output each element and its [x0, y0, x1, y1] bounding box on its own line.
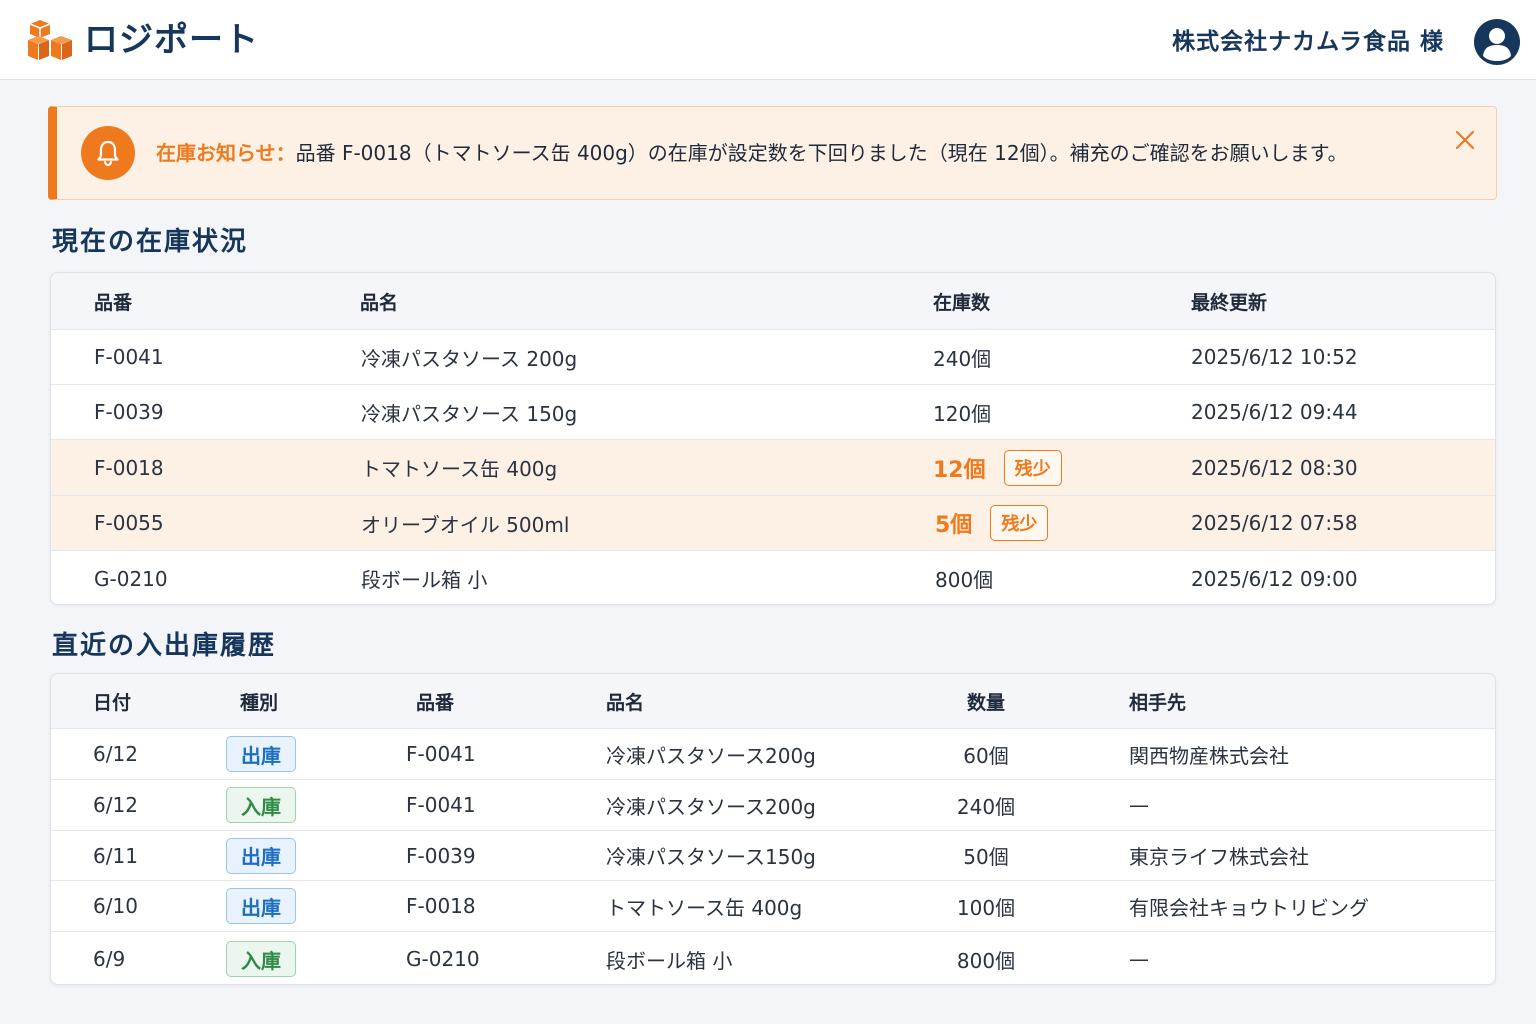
history-code: F-0041	[406, 793, 476, 817]
col-updated: 最終更新	[1191, 291, 1268, 314]
history-name: トマトソース缶 400g	[606, 895, 803, 920]
item-name: 冷凍パスタソース 200g	[361, 346, 578, 371]
last-updated: 2025/6/12 10:52	[1191, 345, 1358, 369]
stock-qty: 12個	[933, 457, 986, 483]
item-code: F-0041	[94, 345, 164, 369]
history-date: 6/11	[93, 843, 138, 868]
stock-qty: 120個	[933, 401, 992, 426]
history-header-row: 日付 種別 品番 品名 数量 相手先	[51, 674, 1495, 729]
history-type-cell: 出庫	[226, 729, 296, 779]
item-code: G-0210	[94, 566, 168, 591]
table-row-low-stock[interactable]: F-0018 トマトソース缶 400g 12個 残少 2025/6/12 08:…	[51, 440, 1495, 496]
item-name: 段ボール箱 小	[361, 568, 488, 592]
history-qty: 800個	[956, 948, 1016, 973]
alert-title: 在庫お知らせ：	[156, 141, 296, 165]
close-icon[interactable]	[1454, 129, 1476, 151]
col-type: 種別	[240, 691, 279, 714]
app-name: ロジポート	[84, 20, 259, 60]
inventory-header-row: 品番 品名 在庫数 最終更新	[51, 273, 1495, 330]
last-updated: 2025/6/12 08:30	[1191, 455, 1358, 480]
bell-icon	[81, 126, 135, 180]
table-row[interactable]: 6/10 出庫 F-0018 トマトソース缶 400g 100個 有限会社キョウ…	[51, 881, 1495, 932]
history-partner: 関西物産株式会社	[1129, 743, 1289, 768]
history-code: F-0041	[406, 742, 476, 766]
col-qty: 在庫数	[933, 291, 991, 314]
history-partner: —	[1129, 793, 1149, 817]
company-name: 株式会社ナカムラ食品 様	[1172, 29, 1444, 55]
low-stock-badge: 残少	[1003, 449, 1062, 486]
history-date: 6/12	[93, 793, 138, 817]
last-updated: 2025/6/12 09:44	[1191, 400, 1358, 424]
table-row[interactable]: 6/11 出庫 F-0039 冷凍パスタソース150g 50個 東京ライフ株式会…	[51, 831, 1495, 881]
item-name: 冷凍パスタソース 150g	[361, 401, 578, 426]
stock-alert-banner: 在庫お知らせ：品番 F-0018（トマトソース缶 400g）の在庫が設定数を下回…	[48, 106, 1497, 200]
table-row[interactable]: 6/12 出庫 F-0041 冷凍パスタソース200g 60個 関西物産株式会社	[51, 729, 1495, 780]
col-code: 品番	[94, 291, 133, 314]
inventory-section-title: 現在の在庫状況	[52, 227, 249, 257]
col-qty: 数量	[966, 691, 1005, 714]
history-partner: 東京ライフ株式会社	[1129, 845, 1309, 869]
table-row[interactable]: F-0041 冷凍パスタソース 200g 240個 2025/6/12 10:5…	[51, 330, 1495, 385]
stock-qty: 800個	[935, 568, 994, 592]
app-header: ロジポート 株式会社ナカムラ食品 様	[0, 0, 1536, 80]
table-row[interactable]: 6/12 入庫 F-0041 冷凍パスタソース200g 240個 —	[51, 780, 1495, 831]
history-table: 日付 種別 品番 品名 数量 相手先 6/12 出庫 F-0041 冷凍パスタソ…	[50, 673, 1496, 985]
history-qty: 240個	[956, 794, 1016, 819]
history-type-cell: 出庫	[226, 881, 296, 931]
history-qty: 50個	[963, 845, 1009, 869]
last-updated: 2025/6/12 09:00	[1191, 566, 1358, 591]
col-partner: 相手先	[1129, 691, 1187, 714]
history-name: 冷凍パスタソース200g	[606, 743, 816, 768]
col-name: 品名	[360, 291, 399, 314]
history-section-title: 直近の入出庫履歴	[52, 631, 277, 661]
table-row[interactable]: F-0039 冷凍パスタソース 150g 120個 2025/6/12 09:4…	[51, 385, 1495, 440]
item-name: トマトソース缶 400g	[361, 457, 558, 481]
stock-qty-cell: 12個 残少	[933, 440, 1062, 495]
type-badge-out: 出庫	[226, 837, 296, 874]
history-type-cell: 入庫	[226, 932, 296, 984]
history-name: 段ボール箱 小	[606, 948, 733, 973]
history-date: 6/12	[93, 742, 138, 766]
last-updated: 2025/6/12 07:58	[1191, 511, 1358, 535]
user-avatar-icon[interactable]	[1474, 19, 1520, 65]
table-row[interactable]: 6/9 入庫 G-0210 段ボール箱 小 800個 —	[51, 932, 1495, 984]
history-type-cell: 入庫	[226, 780, 296, 830]
history-code: G-0210	[406, 947, 480, 971]
history-type-cell: 出庫	[226, 831, 296, 880]
item-name: オリーブオイル 500ml	[361, 512, 570, 537]
history-name: 冷凍パスタソース200g	[606, 794, 816, 819]
history-qty: 100個	[956, 895, 1016, 920]
col-date: 日付	[93, 691, 132, 714]
history-qty: 60個	[963, 743, 1009, 768]
item-code: F-0039	[94, 400, 164, 424]
col-code: 品番	[416, 691, 455, 714]
stock-qty: 5個	[935, 513, 973, 538]
table-row-low-stock[interactable]: F-0055 オリーブオイル 500ml 5個 残少 2025/6/12 07:…	[51, 496, 1495, 551]
stock-qty: 240個	[933, 346, 992, 371]
low-stock-badge: 残少	[990, 505, 1049, 541]
item-code: F-0055	[94, 511, 164, 535]
history-date: 6/9	[93, 947, 126, 971]
alert-text: 在庫お知らせ：品番 F-0018（トマトソース缶 400g）の在庫が設定数を下回…	[156, 138, 1348, 168]
inventory-table: 品番 品名 在庫数 最終更新 F-0041 冷凍パスタソース 200g 240個…	[50, 272, 1496, 605]
alert-message: 品番 F-0018（トマトソース缶 400g）の在庫が設定数を下回りました（現在…	[295, 141, 1348, 165]
type-badge-out: 出庫	[226, 736, 296, 772]
history-partner: —	[1129, 947, 1149, 971]
history-partner: 有限会社キョウトリビング	[1129, 895, 1369, 920]
type-badge-in: 入庫	[226, 787, 296, 823]
item-code: F-0018	[94, 455, 164, 480]
stock-qty-cell: 5個 残少	[935, 496, 1049, 550]
type-badge-in: 入庫	[226, 941, 296, 977]
table-row[interactable]: G-0210 段ボール箱 小 800個 2025/6/12 09:00	[51, 551, 1495, 604]
col-name: 品名	[606, 691, 645, 714]
history-date: 6/10	[93, 894, 138, 918]
history-code: F-0039	[406, 843, 476, 868]
app-logo[interactable]: ロジポート	[26, 18, 259, 62]
type-badge-out: 出庫	[226, 888, 296, 924]
history-code: F-0018	[406, 894, 476, 918]
history-name: 冷凍パスタソース150g	[606, 845, 816, 869]
boxes-logo-icon	[28, 20, 72, 60]
